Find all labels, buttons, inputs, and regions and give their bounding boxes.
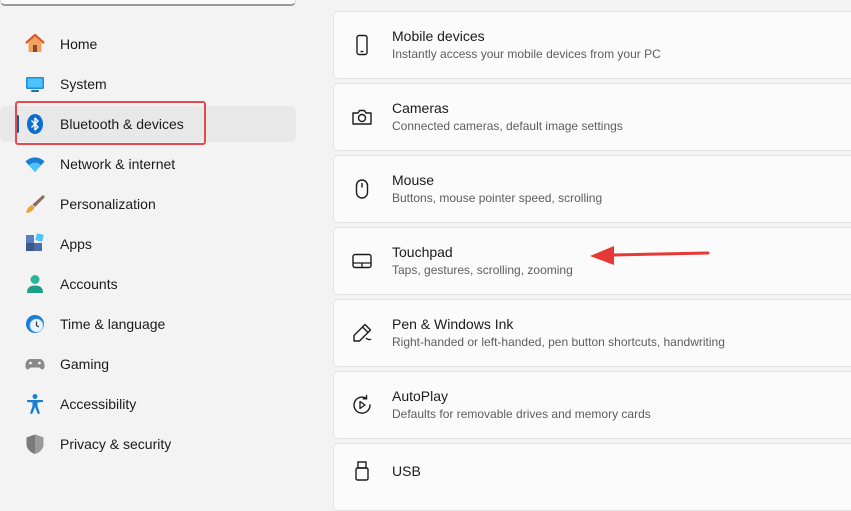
sidebar-item-label: System [60, 76, 107, 92]
card-title: Pen & Windows Ink [392, 316, 514, 332]
shield-icon [24, 433, 46, 455]
sidebar-item-network[interactable]: Network & internet [0, 146, 296, 182]
card-description: Buttons, mouse pointer speed, scrolling [392, 191, 603, 205]
sidebar-item-label: Accessibility [60, 396, 137, 412]
card-usb[interactable]: USB [333, 443, 851, 511]
card-mouse[interactable]: Mouse Buttons, mouse pointer speed, scro… [333, 155, 851, 223]
sidebar-item-bluetooth-devices[interactable]: Bluetooth & devices [0, 106, 296, 142]
sidebar-nav: Home System Bluetooth & devices Network … [0, 26, 310, 466]
sidebar-item-label: Personalization [60, 196, 156, 212]
accessibility-icon [24, 393, 46, 415]
sidebar-item-home[interactable]: Home [0, 26, 296, 62]
sidebar-item-system[interactable]: System [0, 66, 296, 102]
card-title: Touchpad [392, 244, 453, 260]
autoplay-icon [350, 393, 374, 417]
sidebar-item-time-language[interactable]: Time & language [0, 306, 296, 342]
card-autoplay[interactable]: AutoPlay Defaults for removable drives a… [333, 371, 851, 439]
gamepad-icon [24, 353, 46, 375]
card-description: Instantly access your mobile devices fro… [392, 47, 661, 61]
card-description: Taps, gestures, scrolling, zooming [392, 263, 573, 277]
sidebar-item-label: Gaming [60, 356, 110, 372]
card-title: USB [392, 463, 421, 479]
clock-globe-icon [24, 313, 46, 335]
system-icon [24, 73, 46, 95]
search-box[interactable] [0, 0, 296, 6]
pen-icon [350, 321, 374, 345]
card-mobile-devices[interactable]: Mobile devices Instantly access your mob… [333, 11, 851, 79]
card-title: Mobile devices [392, 28, 485, 44]
card-pen-windows-ink[interactable]: Pen & Windows Ink Right-handed or left-h… [333, 299, 851, 367]
sidebar-item-label: Accounts [60, 276, 118, 292]
person-icon [24, 273, 46, 295]
sidebar-item-gaming[interactable]: Gaming [0, 346, 296, 382]
card-description: Connected cameras, default image setting… [392, 119, 623, 133]
camera-icon [350, 105, 374, 129]
sidebar-item-label: Bluetooth & devices [60, 116, 184, 132]
sidebar-item-label: Network & internet [60, 156, 176, 172]
sidebar-item-personalization[interactable]: Personalization [0, 186, 296, 222]
sidebar-item-accessibility[interactable]: Accessibility [0, 386, 296, 422]
usb-icon [350, 459, 374, 483]
card-title: AutoPlay [392, 388, 449, 404]
bluetooth-icon [24, 113, 46, 135]
brush-icon [24, 193, 46, 215]
apps-icon [24, 233, 46, 255]
sidebar-item-privacy-security[interactable]: Privacy & security [0, 426, 296, 462]
card-description: Right-handed or left-handed, pen button … [392, 335, 725, 349]
touchpad-icon [350, 249, 374, 273]
mouse-icon [350, 177, 374, 201]
card-touchpad[interactable]: Touchpad Taps, gestures, scrolling, zoom… [333, 227, 851, 295]
settings-content: Mobile devices Instantly access your mob… [333, 0, 851, 511]
sidebar-item-label: Apps [60, 236, 92, 252]
card-cameras[interactable]: Cameras Connected cameras, default image… [333, 83, 851, 151]
card-title: Cameras [392, 100, 449, 116]
wifi-icon [24, 153, 46, 175]
card-description: Defaults for removable drives and memory… [392, 407, 651, 421]
sidebar-item-label: Home [60, 36, 98, 52]
sidebar-item-apps[interactable]: Apps [0, 226, 296, 262]
home-icon [24, 33, 46, 55]
selection-indicator [16, 115, 19, 133]
sidebar-item-label: Time & language [60, 316, 166, 332]
sidebar-item-accounts[interactable]: Accounts [0, 266, 296, 302]
sidebar-item-label: Privacy & security [60, 436, 172, 452]
phone-icon [350, 33, 374, 57]
card-title: Mouse [392, 172, 435, 188]
